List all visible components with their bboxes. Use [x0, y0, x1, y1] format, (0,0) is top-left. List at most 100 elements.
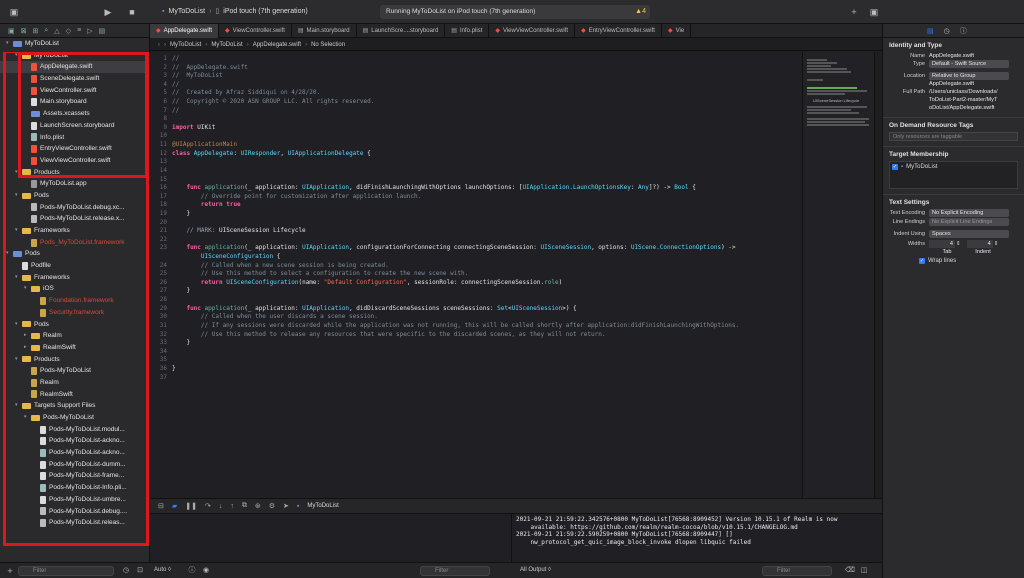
disclosure-expanded-icon[interactable]: ▾ [6, 248, 13, 260]
tab-viewviewcontroller[interactable]: ◆ ViewViewController.swift [489, 24, 576, 38]
tree-item[interactable]: Foundation.framework [0, 295, 149, 307]
target-row[interactable]: ✓ ▪ MyToDoList [892, 164, 1015, 170]
tree-item[interactable]: Pods-MyToDoList-ackno... [0, 435, 149, 447]
console-filter-input[interactable]: Filter [762, 566, 832, 576]
tab-launchscreen[interactable]: ▤ LaunchScre....storyboard [357, 24, 446, 38]
disclosure-collapsed-icon[interactable]: ▸ [24, 330, 31, 342]
tree-item[interactable]: ▾ Products [0, 167, 149, 179]
variables-scope-popup[interactable]: Auto ◊ [154, 567, 171, 573]
disclosure-expanded-icon[interactable]: ▾ [15, 272, 22, 284]
split-view-icon[interactable]: ◫ [858, 565, 870, 577]
navigator-filter-input[interactable]: Filter [18, 566, 114, 576]
tree-item[interactable]: Pods-MyToDoList-frame... [0, 470, 149, 482]
jump-forward-icon[interactable]: › [164, 42, 166, 48]
warning-icon[interactable]: △ [54, 27, 59, 35]
tree-item[interactable]: Pods-MyToDoList-ackno... [0, 447, 149, 459]
disclosure-expanded-icon[interactable]: ▾ [15, 167, 22, 179]
tree-item[interactable]: Pods-MyToDoList.modul... [0, 424, 149, 436]
warning-badge[interactable]: ▲4 [635, 5, 646, 19]
tree-item[interactable]: ▾ MyToDoList [0, 38, 149, 50]
stop-button[interactable]: ■ [126, 6, 138, 18]
tab-main-storyboard[interactable]: ▤ Main.storyboard [292, 24, 357, 38]
indent-width-field[interactable]: 4 [966, 240, 993, 248]
disclosure-collapsed-icon[interactable]: ▸ [24, 342, 31, 354]
tree-item[interactable]: Pods-MyToDoList.debug.... [0, 506, 149, 518]
add-icon[interactable]: + [4, 565, 16, 577]
tree-item[interactable]: ▸ Realm [0, 330, 149, 342]
symbol-icon[interactable]: ⊞ [33, 27, 39, 35]
tree-item[interactable]: RealmSwift [0, 389, 149, 401]
tree-item[interactable]: EntryViewController.swift [0, 143, 149, 155]
tree-item[interactable]: ▸ RealmSwift [0, 342, 149, 354]
jump-item-project[interactable]: MyToDoList [170, 42, 201, 48]
tree-item[interactable]: Pods-MyToDoList.releas... [0, 517, 149, 529]
disclosure-expanded-icon[interactable]: ▾ [15, 400, 22, 412]
step-out-icon[interactable]: ↑ [230, 503, 234, 510]
tree-item[interactable]: ▾ Frameworks [0, 225, 149, 237]
name-field[interactable]: AppDelegate.swift [929, 52, 974, 60]
encoding-popup[interactable]: No Explicit Encoding [929, 209, 1009, 217]
test-icon[interactable]: ◇ [66, 27, 71, 35]
indent-popup[interactable]: Spaces [929, 230, 1009, 238]
tree-item[interactable]: ▾ Pods-MyToDoList [0, 412, 149, 424]
disclosure-expanded-icon[interactable]: ▾ [15, 50, 22, 62]
pause-icon[interactable]: ❚❚ [185, 502, 197, 510]
minimap[interactable]: UISceneSession Lifecycle [802, 52, 874, 498]
jump-item-file[interactable]: AppDelegate.swift [253, 42, 301, 48]
location-popup[interactable]: Relative to Group [929, 72, 1009, 80]
editor-scrollbar[interactable] [874, 52, 882, 498]
disclosure-expanded-icon[interactable]: ▾ [15, 190, 22, 202]
eye-icon[interactable]: ◉ [200, 565, 212, 577]
tab-entryviewcontroller[interactable]: ◆ EntryViewController.swift [575, 24, 662, 38]
disclosure-expanded-icon[interactable]: ▾ [24, 412, 31, 424]
memory-graph-icon[interactable]: ⊛ [255, 502, 261, 510]
location-icon[interactable]: ➤ [283, 502, 289, 510]
trash-icon[interactable]: ⌫ [844, 565, 856, 577]
tree-item[interactable]: LaunchScreen.storyboard [0, 120, 149, 132]
tree-item[interactable]: Pods-MyToDoList-dumm... [0, 459, 149, 471]
hide-debug-icon[interactable]: ⊟ [158, 502, 164, 510]
line-endings-popup[interactable]: No Explicit Line Endings [929, 218, 1009, 226]
tree-item[interactable]: Podfile [0, 260, 149, 272]
tree-item[interactable]: ▾ Products [0, 354, 149, 366]
quick-help-icon[interactable]: ⓘ [960, 26, 967, 36]
tab-viewcontroller[interactable]: ◆ ViewController.swift [219, 24, 292, 38]
recent-files-icon[interactable]: ◷ [120, 565, 132, 577]
resource-tags-field[interactable]: Only resources are taggable [889, 132, 1018, 141]
tree-item[interactable]: ▾ iOS [0, 283, 149, 295]
checkbox-icon[interactable]: ✓ [919, 258, 925, 264]
source-editor[interactable]: 1 // 2 // AppDelegate.swift 3 // MyToDoList 4 /… [150, 52, 802, 498]
tree-item[interactable]: Assets.xcassets [0, 108, 149, 120]
source-control-icon[interactable]: ⊠ [21, 27, 27, 35]
tree-item[interactable]: Pods-MyToDoList.release.x... [0, 213, 149, 225]
tree-item[interactable]: Pods_MyToDoList.framework [0, 237, 149, 249]
tab-width-field[interactable]: 4 [929, 240, 955, 248]
tree-item[interactable]: AppDelegate.swift [0, 61, 149, 74]
tab-overflow[interactable]: ◆ Vie [662, 24, 692, 38]
tree-item[interactable]: Main.storyboard [0, 96, 149, 108]
tree-item[interactable]: Realm [0, 377, 149, 389]
inspector-toggle-icon[interactable]: ▣ [868, 6, 880, 18]
report-icon[interactable]: ▤ [99, 27, 106, 35]
console-output-popup[interactable]: All Output ◊ [520, 567, 551, 573]
scm-filter-icon[interactable]: ⊡ [134, 565, 146, 577]
history-icon[interactable]: ◷ [944, 27, 950, 35]
tree-item[interactable]: ViewViewController.swift [0, 155, 149, 167]
step-over-icon[interactable]: ↷ [205, 502, 211, 510]
view-hierarchy-icon[interactable]: ⧉ [242, 502, 247, 510]
breakpoint-icon[interactable]: ▷ [87, 27, 92, 35]
tab-appdelegate[interactable]: ◆ AppDelegate.swift [150, 24, 219, 38]
add-icon[interactable]: + [848, 6, 860, 18]
search-icon[interactable]: ⌕ [44, 27, 48, 35]
disclosure-expanded-icon[interactable]: ▾ [6, 38, 13, 50]
tree-item[interactable]: ▾ Pods [0, 248, 149, 260]
tree-item[interactable]: Pods-MyToDoList [0, 365, 149, 377]
scheme-selector[interactable]: ▪ MyToDoList › ▯ iPod touch (7th generat… [162, 6, 308, 18]
tree-item[interactable]: Pods-MyToDoList-Info.pli... [0, 482, 149, 494]
console-output[interactable]: 2021-09-21 21:59:22.342576+0800 MyToDoLi… [512, 514, 882, 562]
stepper-icon[interactable]: ⇕ [994, 240, 999, 248]
disclosure-expanded-icon[interactable]: ▾ [15, 319, 22, 331]
tree-item[interactable]: ▾ Pods [0, 190, 149, 202]
file-inspector-icon[interactable]: ▤ [927, 27, 934, 35]
tree-item[interactable]: Security.framework [0, 307, 149, 319]
